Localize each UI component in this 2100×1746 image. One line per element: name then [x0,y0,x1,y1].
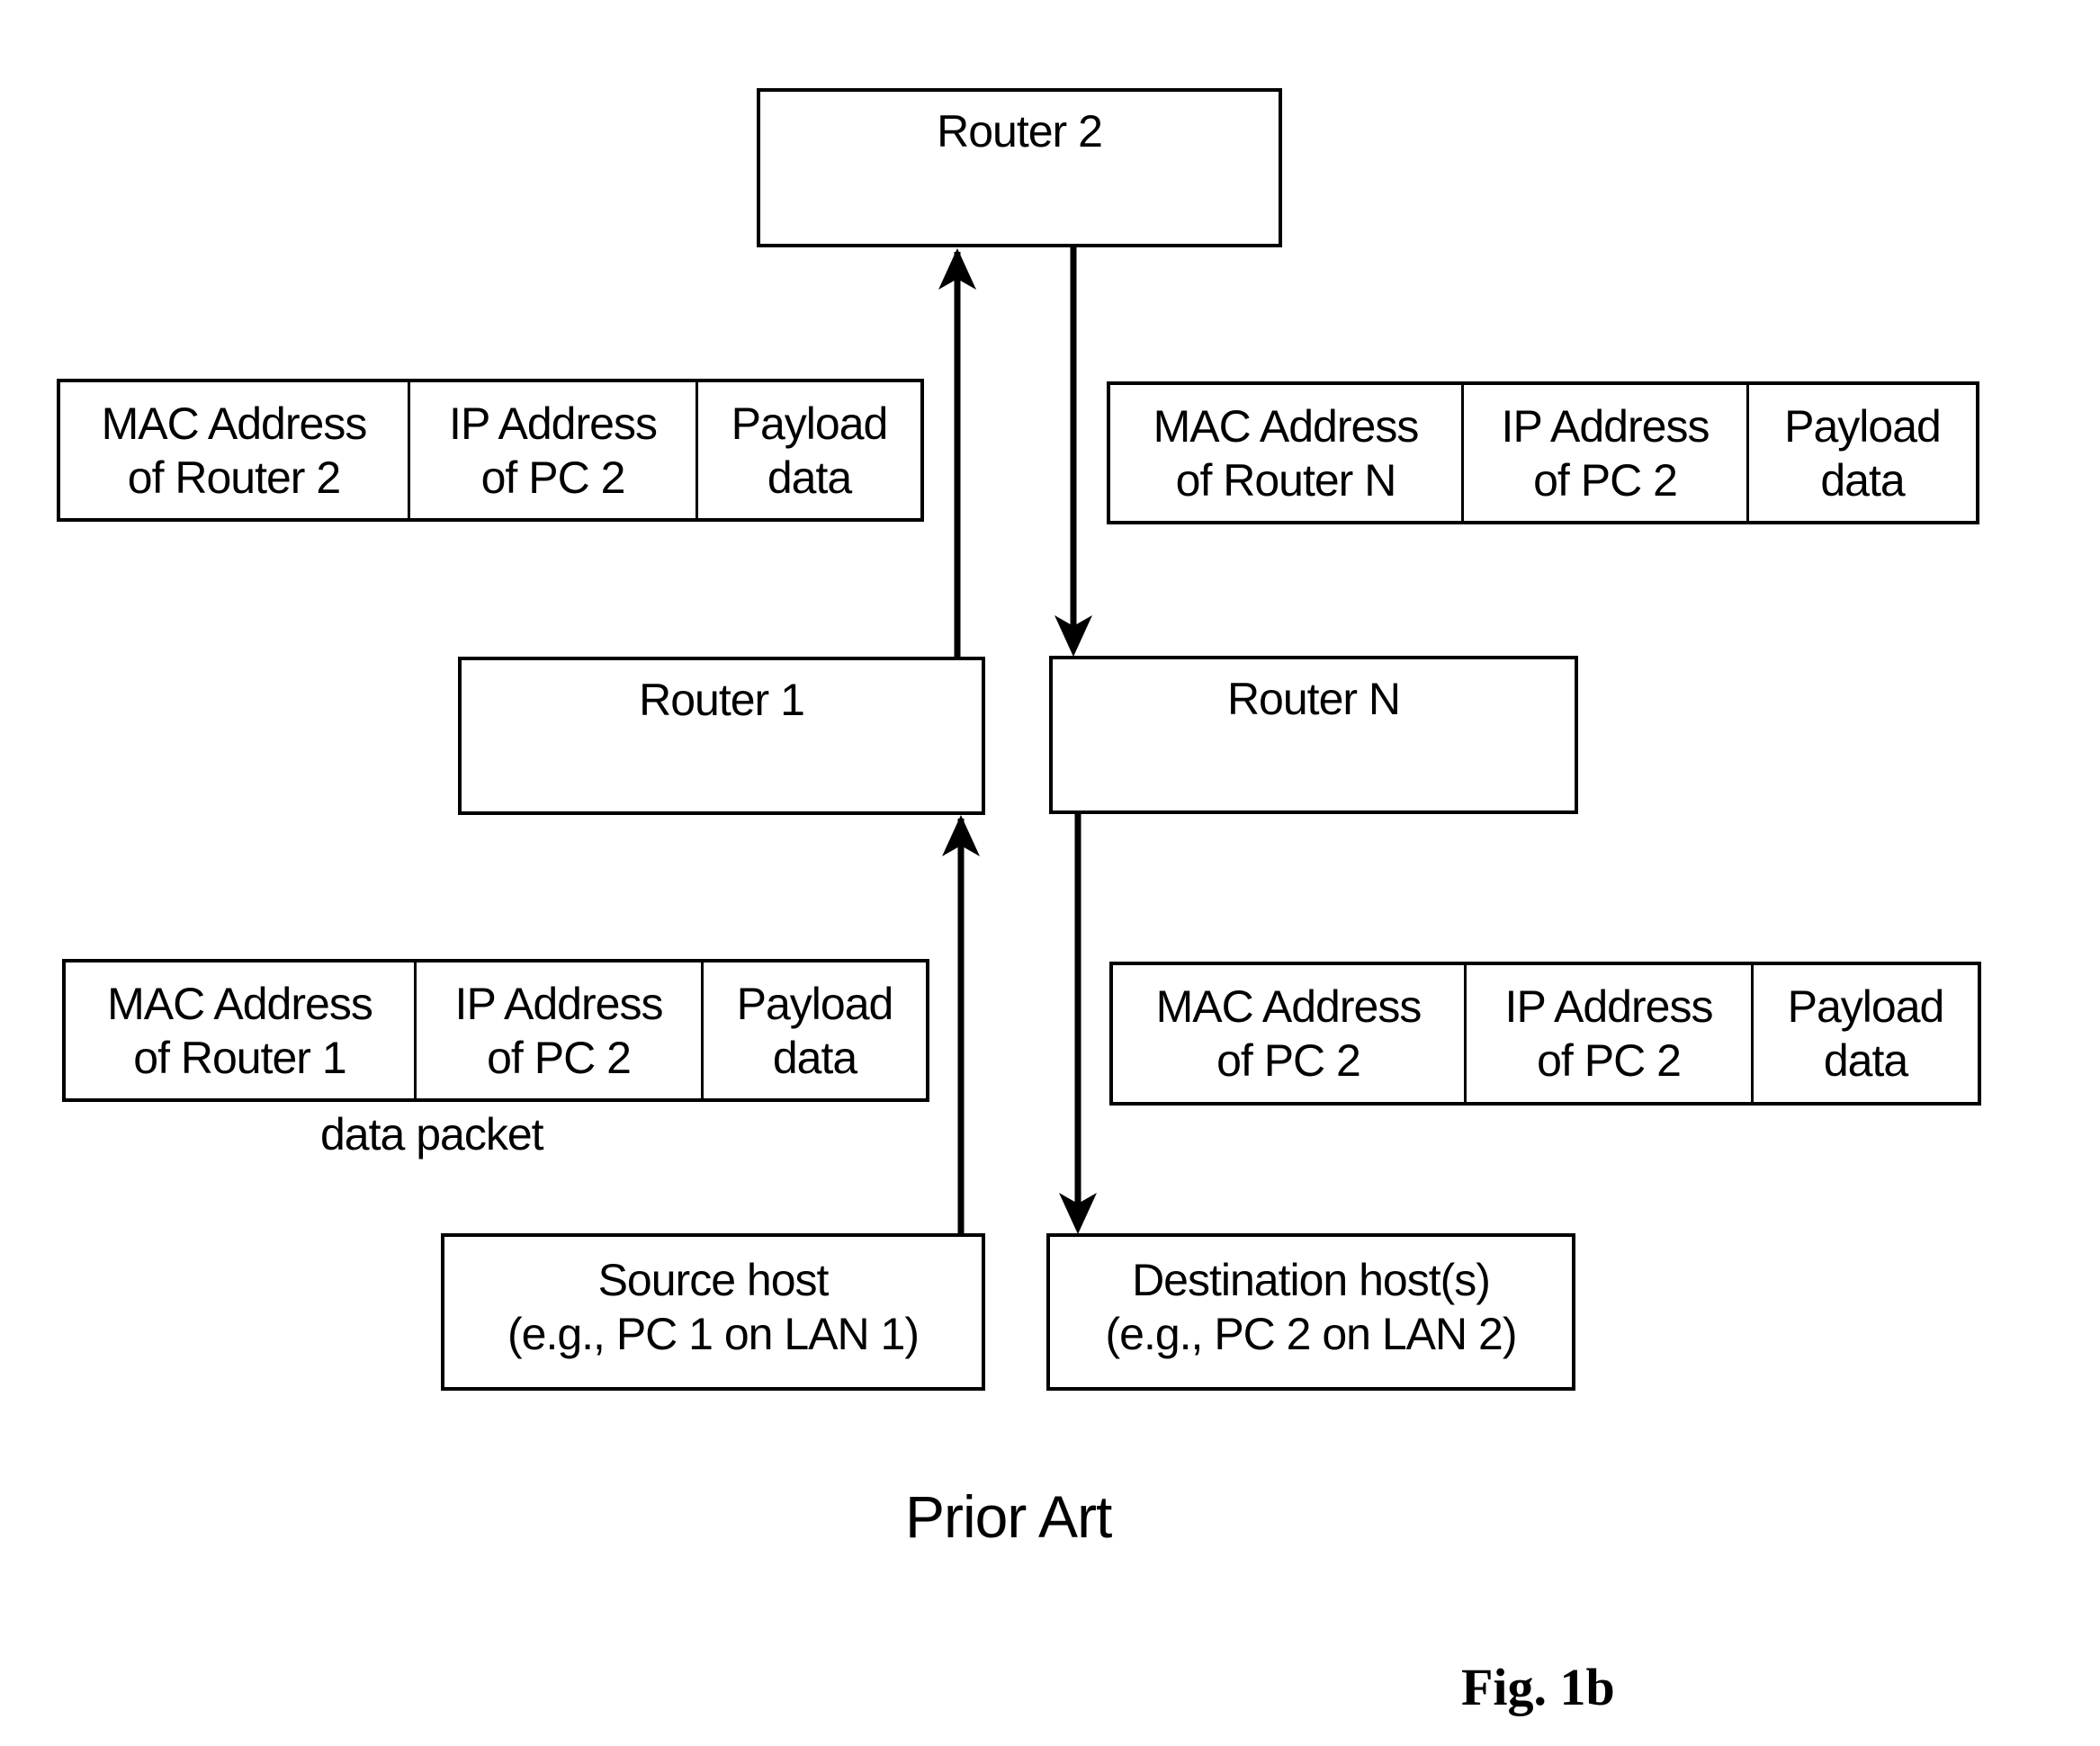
packet-ip-field: IP Address of PC 2 [410,382,698,518]
router-n-label: Router N [1226,674,1401,724]
prior-art-caption: Prior Art [905,1483,1112,1550]
router-2-label: Router 2 [937,106,1103,157]
packet-source-to-router1: MAC Address of Router 1 IP Address of PC… [62,959,929,1102]
packet-mac-field: MAC Address of Router 2 [60,382,410,518]
packet-payload-field: Payload data [1784,400,1942,506]
packet-mac-field: MAC Address of Router 1 [66,963,417,1098]
packet-ip-field: IP Address of PC 2 [1464,385,1749,521]
packet-routerN-to-destination: MAC Address of PC 2 IP Address of PC 2 P… [1109,962,1981,1106]
packet-ip-field: IP Address of PC 2 [417,963,704,1098]
packet-router2-to-routerN: MAC Address of Router N IP Address of PC… [1107,381,1979,524]
packet-payload-field: Payload data [736,978,894,1083]
packet-ip-field: IP Address of PC 2 [1467,965,1754,1102]
packet-mac-field: MAC Address of Router N [1110,385,1464,521]
source-host-label: Source host (e.g., PC 1 on LAN 1) [507,1255,920,1359]
packet-router1-to-router2: MAC Address of Router 2 IP Address of PC… [57,379,924,522]
figure-label: Fig. 1b [1461,1658,1615,1716]
packet-mac-field: MAC Address of PC 2 [1113,965,1467,1102]
router-1-label: Router 1 [639,675,805,725]
source-host-node: Source host (e.g., PC 1 on LAN 1) [441,1233,985,1391]
packet-payload-field: Payload data [1787,981,1945,1086]
destination-host-node: Destination host(s) (e.g., PC 2 on LAN 2… [1046,1233,1575,1391]
router-n-node: Router N [1049,656,1578,814]
router-1-node: Router 1 [458,657,985,815]
data-packet-caption: data packet [320,1109,544,1160]
router-2-node: Router 2 [757,88,1282,247]
packet-payload-field: Payload data [731,398,889,503]
destination-host-label: Destination host(s) (e.g., PC 2 on LAN 2… [1105,1255,1517,1359]
